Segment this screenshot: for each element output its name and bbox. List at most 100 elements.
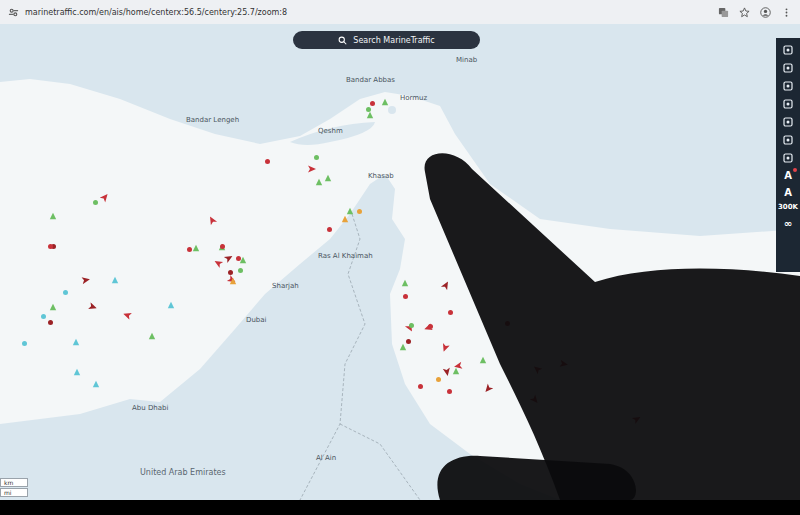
vessel-marker[interactable] bbox=[111, 276, 119, 284]
vessel-dot-icon bbox=[220, 244, 225, 249]
vessel-marker[interactable] bbox=[214, 259, 222, 267]
heart-icon[interactable] bbox=[782, 80, 794, 92]
vessel-arrow-icon bbox=[442, 367, 451, 376]
vessel-marker[interactable] bbox=[408, 322, 416, 330]
land-qeshm bbox=[290, 122, 375, 145]
vessel-marker[interactable] bbox=[356, 208, 364, 216]
vessel-arrow-icon bbox=[213, 258, 224, 269]
vessel-marker[interactable] bbox=[633, 415, 641, 423]
vessel-marker[interactable] bbox=[192, 244, 200, 252]
profile-icon[interactable] bbox=[760, 7, 771, 18]
vessel-marker[interactable] bbox=[235, 255, 243, 263]
vessel-marker[interactable] bbox=[72, 338, 80, 346]
search-bar[interactable]: Search MarineTraffic bbox=[293, 31, 480, 49]
vessel-dot-icon bbox=[409, 323, 414, 328]
vessel-marker[interactable] bbox=[229, 277, 237, 285]
weather-icon[interactable] bbox=[782, 116, 794, 128]
vessel-marker[interactable] bbox=[454, 362, 462, 370]
vessel-marker[interactable] bbox=[441, 344, 449, 352]
stack-icon[interactable] bbox=[782, 98, 794, 110]
vessel-marker[interactable] bbox=[402, 293, 410, 301]
vessel-arrow-icon bbox=[99, 191, 110, 202]
vessel-marker[interactable] bbox=[365, 106, 373, 114]
vessel-marker[interactable] bbox=[148, 332, 156, 340]
badge-dot-icon bbox=[793, 168, 797, 172]
vessel-marker[interactable] bbox=[313, 154, 321, 162]
vessel-marker[interactable] bbox=[427, 323, 435, 331]
vessel-marker[interactable] bbox=[479, 356, 487, 364]
vessel-marker[interactable] bbox=[92, 199, 100, 207]
vessel-marker[interactable] bbox=[308, 165, 316, 173]
search-icon bbox=[338, 36, 347, 45]
vessel-marker[interactable] bbox=[405, 338, 413, 346]
vessel-marker[interactable] bbox=[225, 254, 233, 262]
vessel-dot-icon bbox=[48, 320, 53, 325]
vessel-marker[interactable] bbox=[89, 303, 97, 311]
vessel-marker[interactable] bbox=[326, 226, 334, 234]
vessel-arrow-icon bbox=[81, 275, 90, 284]
vessel-dot-icon bbox=[228, 270, 233, 275]
vessel-marker[interactable] bbox=[435, 376, 443, 384]
vessel-marker[interactable] bbox=[73, 368, 81, 376]
vessel-marker[interactable] bbox=[346, 207, 354, 215]
vessel-marker[interactable] bbox=[369, 100, 377, 108]
vessel-marker[interactable] bbox=[533, 365, 541, 373]
vessel-marker[interactable] bbox=[264, 158, 272, 166]
vessel-arrow-icon bbox=[440, 343, 450, 353]
toolbar-button[interactable]: A bbox=[784, 187, 792, 198]
place-label: Bandar Lengeh bbox=[186, 116, 239, 124]
vessel-marker[interactable] bbox=[315, 178, 323, 186]
vessel-marker[interactable] bbox=[531, 396, 539, 404]
vessel-marker[interactable] bbox=[560, 360, 568, 368]
vessel-marker[interactable] bbox=[227, 269, 235, 277]
vessel-arrow-icon bbox=[529, 394, 540, 405]
play-icon[interactable] bbox=[782, 152, 794, 164]
vessel-marker[interactable] bbox=[446, 388, 454, 396]
vessel-dot-icon bbox=[22, 341, 27, 346]
vessel-marker[interactable] bbox=[324, 174, 332, 182]
vessel-marker[interactable] bbox=[417, 383, 425, 391]
route-icon[interactable] bbox=[782, 134, 794, 146]
vessel-marker[interactable] bbox=[208, 216, 216, 224]
vessel-marker[interactable] bbox=[401, 279, 409, 287]
vessel-marker[interactable] bbox=[442, 281, 450, 289]
vessel-marker[interactable] bbox=[123, 311, 131, 319]
vessel-marker[interactable] bbox=[366, 111, 374, 119]
vessel-marker[interactable] bbox=[452, 367, 460, 375]
address-bar[interactable]: marinetraffic.com/en/ais/home/centerx:56… bbox=[25, 8, 287, 17]
vessel-marker[interactable] bbox=[82, 276, 90, 284]
translate-icon[interactable] bbox=[718, 7, 729, 18]
vessel-marker[interactable] bbox=[237, 267, 245, 275]
more-icon[interactable] bbox=[781, 7, 792, 18]
map-icon[interactable] bbox=[782, 44, 794, 56]
vessel-marker[interactable] bbox=[47, 243, 55, 251]
vessel-marker[interactable] bbox=[49, 303, 57, 311]
vessel-marker[interactable] bbox=[101, 193, 109, 201]
vessel-marker[interactable] bbox=[186, 246, 194, 254]
vessel-marker[interactable] bbox=[47, 319, 55, 327]
vessel-marker[interactable] bbox=[92, 380, 100, 388]
star-icon[interactable] bbox=[739, 7, 750, 18]
vessel-dot-icon bbox=[187, 247, 192, 252]
site-settings-icon[interactable] bbox=[8, 7, 19, 18]
vessel-marker[interactable] bbox=[504, 320, 512, 328]
vessel-marker[interactable] bbox=[40, 313, 48, 321]
scale-bar: kmmi bbox=[0, 478, 28, 497]
vessel-marker[interactable] bbox=[49, 212, 57, 220]
toolbar-button[interactable]: ∞ bbox=[784, 218, 792, 229]
vessel-marker[interactable] bbox=[219, 243, 227, 251]
vessel-marker[interactable] bbox=[341, 215, 349, 223]
vessel-marker[interactable] bbox=[21, 340, 29, 348]
vessel-marker[interactable] bbox=[443, 368, 451, 376]
vessel-marker[interactable] bbox=[62, 289, 70, 297]
vessel-marker[interactable] bbox=[447, 309, 455, 317]
vessel-marker[interactable] bbox=[167, 301, 175, 309]
map[interactable]: Bandar AbbasHormuzQeshmBandar LengehMina… bbox=[0, 24, 800, 500]
scale-label: km bbox=[0, 478, 28, 487]
vessel-marker[interactable] bbox=[381, 98, 389, 106]
vessel-marker[interactable] bbox=[484, 385, 492, 393]
toolbar-button[interactable]: A bbox=[784, 170, 792, 181]
toolbar-button[interactable]: 300K bbox=[778, 204, 798, 212]
layers-icon[interactable] bbox=[782, 62, 794, 74]
vessel-marker[interactable] bbox=[399, 343, 407, 351]
